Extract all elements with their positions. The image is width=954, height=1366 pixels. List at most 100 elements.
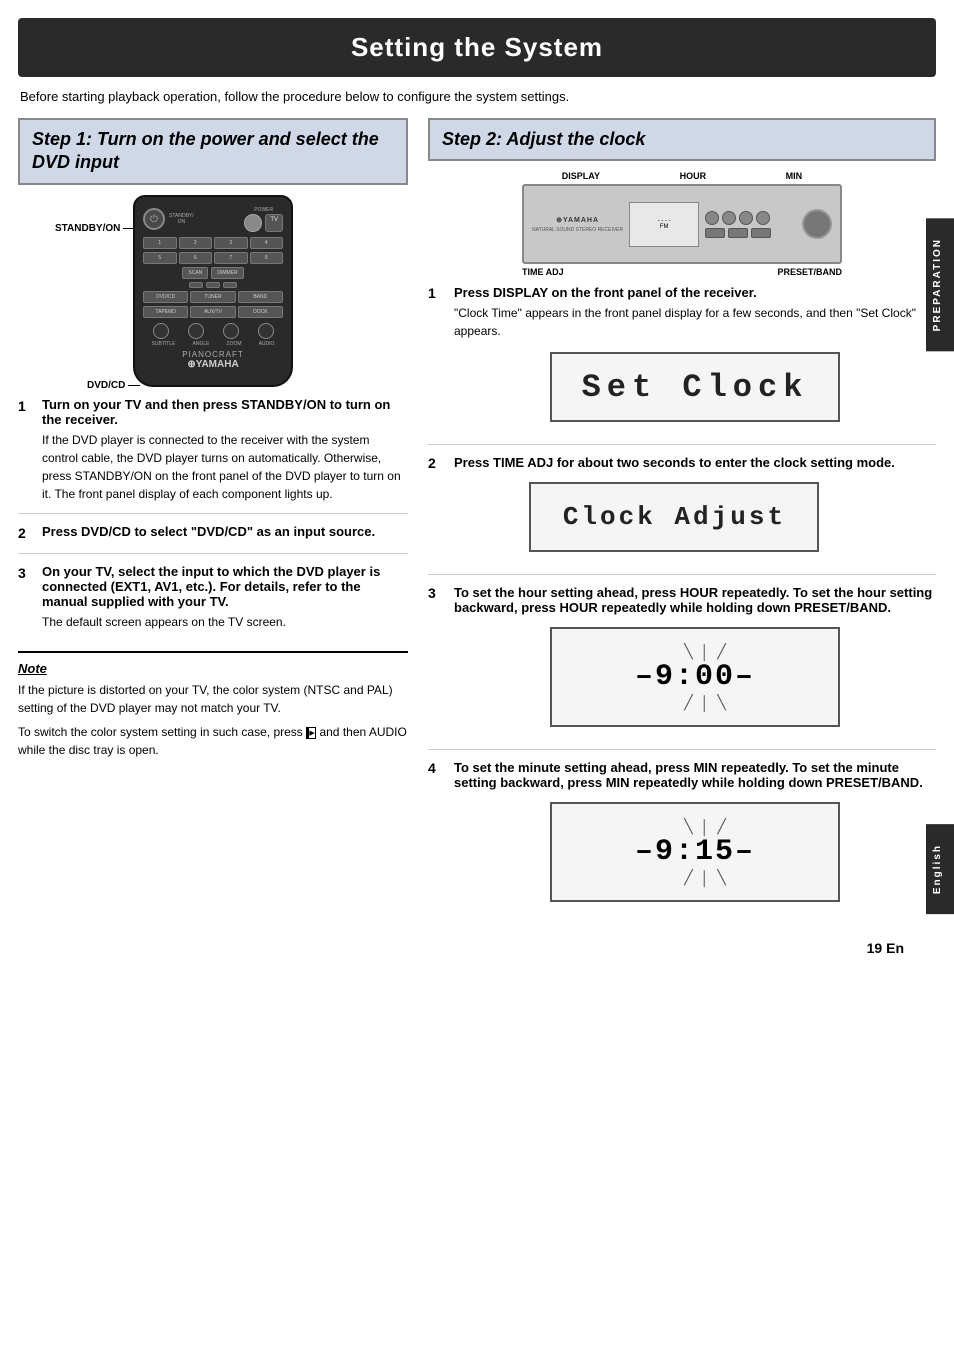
arrow-br2: ╲ (717, 869, 725, 886)
arrow-bm2: │ (701, 870, 710, 886)
step2-num-3: 3 (428, 585, 444, 739)
step1-desc-1: If the DVD player is connected to the re… (42, 431, 408, 503)
dvdcd-btn[interactable]: DVD/CD (143, 291, 188, 303)
english-tab: English (926, 824, 954, 914)
receiver-subtitle: NATURAL SOUND STEREO RECEIVER (532, 227, 623, 233)
power-btn[interactable] (244, 214, 262, 232)
step2-title-2: Press TIME ADJ for about two seconds to … (454, 455, 895, 470)
step1-text-1: Turn on your TV and then press STANDBY/O… (42, 397, 408, 503)
circle-buttons-row: SUBTITLE ANGLE ZOOM AUDIO (143, 323, 283, 347)
step1-num-2: 2 (18, 525, 34, 543)
right-column: Step 2: Adjust the clock DISPLAY HOUR MI… (428, 118, 936, 934)
step1-item-1: 1 Turn on your TV and then press STANDBY… (18, 397, 408, 514)
auxtv-btn[interactable]: AUX/TV (190, 306, 235, 318)
btn-7[interactable]: 7 (214, 252, 248, 264)
arrow-br: ╲ (717, 694, 725, 711)
note-section: Note If the picture is distorted on your… (18, 651, 408, 759)
page-header: Setting the System (18, 18, 936, 77)
remote-body: ⏻ STANDBY/ON POWER TV (133, 195, 293, 387)
btn-4[interactable]: 4 (250, 237, 284, 249)
btn-3[interactable]: 3 (214, 237, 248, 249)
page-number: 19 En (867, 940, 904, 956)
angle-label: ANGLE (193, 341, 210, 347)
clock-adjust-text: Clock Adjust (563, 502, 786, 532)
number-grid-1: 1 2 3 4 (143, 237, 283, 249)
dimmer-btn[interactable]: DIMMER (211, 267, 243, 279)
arrow-tr2: ╱ (717, 643, 725, 660)
btn-5[interactable]: 5 (143, 252, 177, 264)
tv-btn[interactable]: TV (265, 214, 283, 232)
two-column-layout: Step 1: Turn on the power and select the… (18, 118, 936, 934)
tuner-btn[interactable]: TUNER (190, 291, 235, 303)
display-label: DISPLAY (562, 171, 600, 181)
dvd-cd-label: DVD/CD (87, 380, 140, 391)
left-column: Step 1: Turn on the power and select the… (18, 118, 408, 934)
remote-top-row: ⏻ STANDBY/ON POWER TV (143, 207, 283, 232)
arrow-bm: │ (701, 695, 710, 711)
step1-title-1: Turn on your TV and then press STANDBY/O… (42, 397, 408, 427)
time-900-display: ╲ │ ╱ –9:00– ╱ │ ╲ (550, 627, 840, 727)
scan-dimmer-row: SCAN DIMMER (143, 267, 283, 279)
page-container: Setting the System Before starting playb… (0, 18, 954, 974)
standby-text: STANDBY/ON (169, 213, 194, 225)
dock-btn[interactable]: DOCK (238, 306, 283, 318)
rec-btn-1[interactable] (705, 211, 719, 225)
arrows-row-top-2: ╲ │ ╱ (664, 818, 726, 835)
receiver-body: ⊕YAMAHA NATURAL SOUND STEREO RECEIVER - … (522, 184, 842, 264)
audio-icon[interactable] (258, 323, 274, 339)
rec-rect-3[interactable] (751, 228, 771, 238)
circle-labels: SUBTITLE ANGLE ZOOM AUDIO (143, 341, 283, 347)
btn-2[interactable]: 2 (179, 237, 213, 249)
extra-btn-3[interactable] (223, 282, 237, 288)
source-row: DVD/CD TUNER BAND (143, 291, 283, 303)
step2-content-2: Press TIME ADJ for about two seconds to … (454, 455, 895, 564)
circle-icons (143, 323, 283, 339)
rec-rect-1[interactable] (705, 228, 725, 238)
note-text-2: To switch the color system setting in su… (18, 723, 408, 759)
btn-6[interactable]: 6 (179, 252, 213, 264)
standby-btn[interactable]: ⏻ (143, 208, 165, 230)
subtitle-label: SUBTITLE (152, 341, 176, 347)
volume-knob[interactable] (802, 209, 832, 239)
subtitle-icon[interactable] (153, 323, 169, 339)
extra-btn-1[interactable] (189, 282, 203, 288)
clock-adjust-display: Clock Adjust (529, 482, 819, 552)
receiver-controls (705, 211, 771, 238)
rec-btn-4[interactable] (756, 211, 770, 225)
set-clock-text: Set Clock (582, 369, 809, 406)
btn-1[interactable]: 1 (143, 237, 177, 249)
number-grid-2: 5 6 7 8 (143, 252, 283, 264)
rec-btn-3[interactable] (739, 211, 753, 225)
step2-num-2: 2 (428, 455, 444, 564)
receiver-wrap: DISPLAY HOUR MIN ⊕YAMAHA NATURAL SOUND S… (428, 171, 936, 277)
step1-title-3: On your TV, select the input to which th… (42, 564, 408, 609)
receiver-diagram: DISPLAY HOUR MIN ⊕YAMAHA NATURAL SOUND S… (428, 171, 936, 277)
time-915-display: ╲ │ ╱ –9:15– ╱ │ ╲ (550, 802, 840, 902)
extra-btn-2[interactable] (206, 282, 220, 288)
zoom-icon[interactable] (223, 323, 239, 339)
power-group: POWER TV (244, 207, 283, 232)
arrow-tm2: │ (701, 819, 710, 835)
arrow-icon: ▶ (306, 727, 316, 739)
step2-content-4: To set the minute setting ahead, press M… (454, 760, 936, 914)
page-title: Setting the System (38, 32, 916, 63)
arrow-tr3: ╱ (717, 818, 725, 835)
band-btn[interactable]: BAND (238, 291, 283, 303)
tapemd-btn[interactable]: TAPEMD (143, 306, 188, 318)
rec-btn-2[interactable] (722, 211, 736, 225)
step2-title-4: To set the minute setting ahead, press M… (454, 760, 936, 790)
step1-item-2: 2 Press DVD/CD to select "DVD/CD" as an … (18, 524, 408, 554)
btn-8[interactable]: 8 (250, 252, 284, 264)
rec-rect-2[interactable] (728, 228, 748, 238)
step2-item-3: 3 To set the hour setting ahead, press H… (428, 585, 936, 750)
arrows-row-top: ╲ │ ╱ (664, 643, 726, 660)
step2-title-3: To set the hour setting ahead, press HOU… (454, 585, 936, 615)
angle-icon[interactable] (188, 323, 204, 339)
intro-text: Before starting playback operation, foll… (20, 89, 934, 104)
display-content: - - - -FM (658, 218, 671, 230)
step2-content-1: Press DISPLAY on the front panel of the … (454, 285, 936, 434)
scan-btn[interactable]: SCAN (182, 267, 208, 279)
step2-num-1: 1 (428, 285, 444, 434)
top-buttons (705, 211, 771, 225)
step2-title-1: Press DISPLAY on the front panel of the … (454, 285, 936, 300)
